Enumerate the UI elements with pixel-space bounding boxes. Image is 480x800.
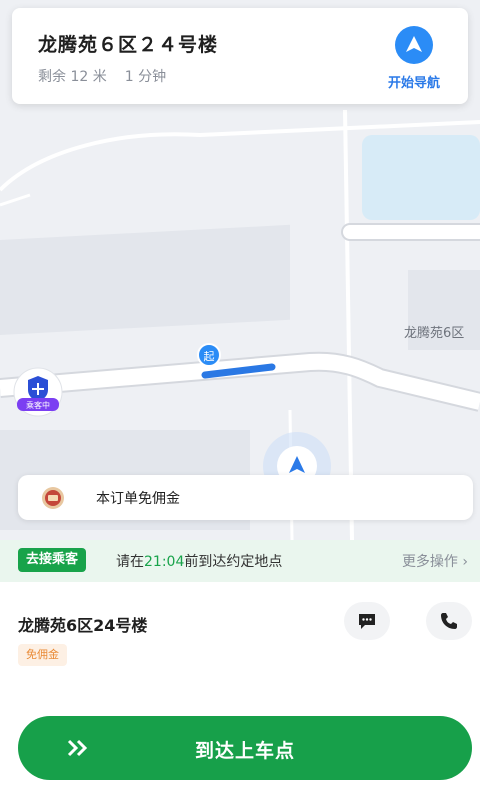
start-marker-label: 起: [204, 350, 215, 363]
more-actions-link[interactable]: 更多操作 ›: [402, 551, 468, 571]
status-suffix: 前到达约定地点: [184, 554, 283, 570]
navigation-card: 龙腾苑６区２４号楼 剩余 12 米 1 分钟 开始导航: [12, 8, 468, 104]
status-row: 去接乘客 请在21:04前到达约定地点 更多操作 ›: [0, 540, 480, 582]
status-prefix: 请在: [116, 554, 144, 570]
order-sheet: 去接乘客 请在21:04前到达约定地点 更多操作 › 龙腾苑6区24号楼 免佣金…: [0, 540, 480, 800]
arrive-pickup-button[interactable]: 到达上车点: [18, 716, 472, 780]
commission-free-banner[interactable]: 本订单免佣金: [18, 475, 473, 520]
start-navigation-label: 开始导航: [387, 76, 440, 91]
passenger-marker: 乘客中: [13, 367, 63, 417]
call-button[interactable]: [426, 602, 472, 640]
arrival-deadline: 21:04: [144, 554, 185, 570]
commission-free-text: 本订单免佣金: [96, 491, 180, 507]
map-place-label: 龙腾苑6区: [404, 326, 465, 341]
remaining-time: 1 分钟: [124, 69, 167, 85]
passenger-badge-label: 乘客中: [26, 400, 50, 410]
status-instruction: 请在21:04前到达约定地点: [116, 551, 282, 571]
start-marker: 起: [197, 343, 221, 367]
message-button[interactable]: [344, 602, 390, 640]
phone-icon: [441, 613, 457, 629]
route-summary: 剩余 12 米 1 分钟: [38, 66, 166, 86]
pickup-address: 龙腾苑6区24号楼: [18, 616, 148, 635]
remaining-distance: 剩余 12 米: [38, 69, 107, 85]
navigation-arrow-icon: [395, 26, 433, 64]
start-navigation-button[interactable]: 开始导航: [374, 26, 454, 96]
commission-free-chip: 免佣金: [18, 644, 67, 666]
status-tag: 去接乘客: [18, 548, 87, 572]
chat-icon: [359, 614, 375, 629]
water-area: [362, 135, 480, 220]
destination-title: 龙腾苑６区２４号楼: [38, 34, 219, 56]
badge-icon: [40, 485, 66, 515]
arrive-pickup-label: 到达上车点: [194, 740, 295, 762]
